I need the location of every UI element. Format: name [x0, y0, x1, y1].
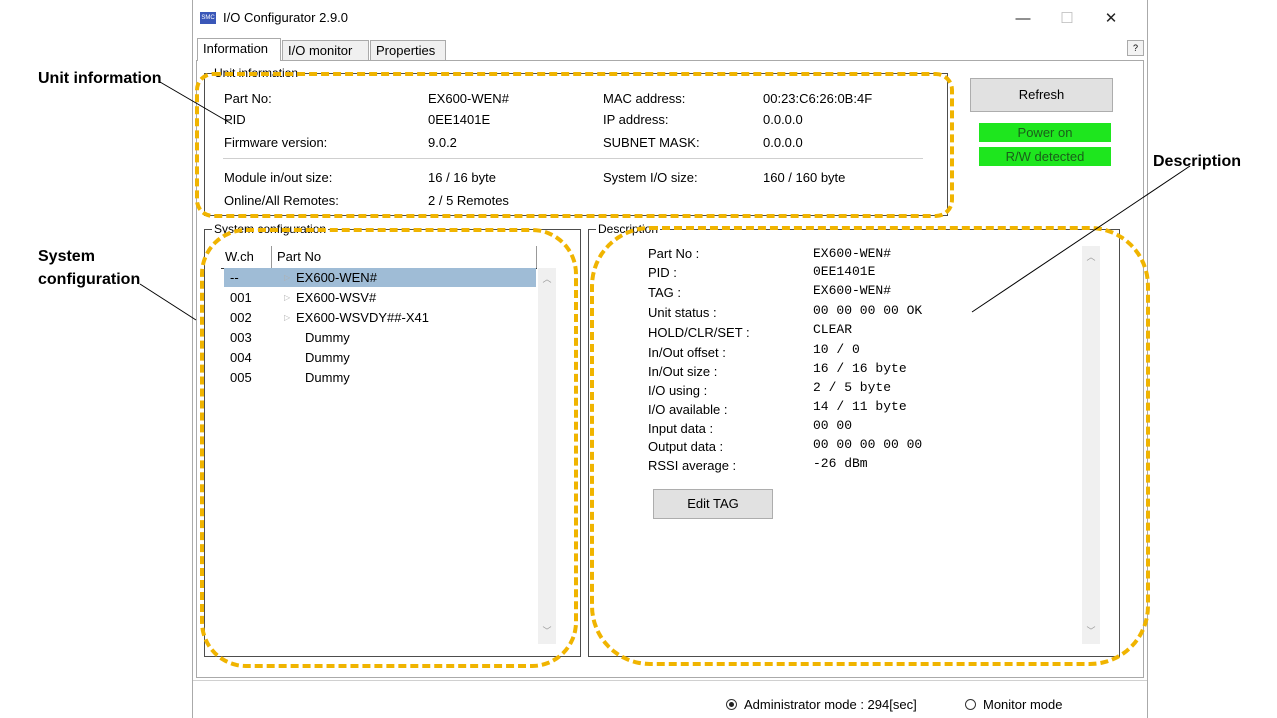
tab-information[interactable]: Information	[197, 38, 281, 61]
leader-line-system-configuration	[139, 283, 197, 321]
leader-line-unit-information	[159, 81, 233, 125]
leader-line-description	[971, 165, 1191, 313]
annotation-leader-lines	[139, 81, 1191, 321]
